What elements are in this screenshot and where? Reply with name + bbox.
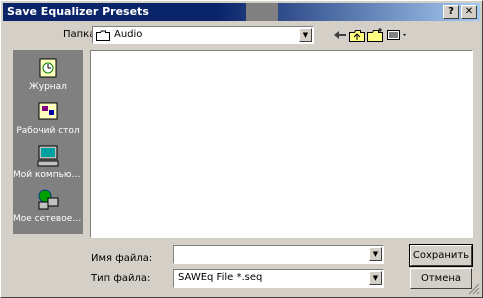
filename-dropdown-icon[interactable]: ▼ xyxy=(369,247,382,261)
history-icon xyxy=(39,58,57,78)
save-dialog: Save Equalizer Presets ? ✕ Папка: Audio … xyxy=(0,0,483,298)
view-menu-icon[interactable] xyxy=(386,27,410,43)
filename-label: Имя файла: xyxy=(91,253,153,264)
places-network-label: Мое сетевое окружение xyxy=(13,214,83,224)
places-network[interactable]: Мое сетевое окружение xyxy=(13,188,83,224)
help-button[interactable]: ? xyxy=(443,5,459,19)
places-my-computer-label: Мой компьютер xyxy=(13,170,83,180)
my-computer-icon xyxy=(37,145,59,167)
desktop-icon xyxy=(38,102,58,120)
places-desktop[interactable]: Рабочий стол xyxy=(13,100,83,136)
chevron-down-icon[interactable]: ▼ xyxy=(299,28,312,42)
new-folder-icon[interactable] xyxy=(366,27,384,43)
filetype-label: Тип файла: xyxy=(91,273,151,284)
filetype-value: SAWEq File *.seq xyxy=(178,272,263,283)
back-icon[interactable] xyxy=(331,27,349,43)
save-button[interactable]: Сохранить xyxy=(409,244,473,267)
network-places-icon xyxy=(38,189,59,210)
filename-input[interactable]: ▼ xyxy=(173,245,384,264)
places-bar: Журнал Рабочий стол Мой компьютер Мое се… xyxy=(13,50,83,234)
places-history-label: Журнал xyxy=(29,82,67,92)
filetype-select[interactable]: SAWEq File *.seq ▼ xyxy=(173,269,384,288)
title-bar[interactable]: Save Equalizer Presets ? ✕ xyxy=(3,3,480,21)
folder-icon xyxy=(96,30,110,41)
cancel-button[interactable]: Отмена xyxy=(410,268,472,289)
location-value: Audio xyxy=(114,29,143,40)
places-desktop-label: Рабочий стол xyxy=(16,126,80,136)
window-title: Save Equalizer Presets xyxy=(7,5,149,18)
filetype-dropdown-icon[interactable]: ▼ xyxy=(369,271,382,285)
places-history[interactable]: Журнал xyxy=(13,56,83,92)
file-list[interactable] xyxy=(90,50,473,238)
resize-grip-icon[interactable] xyxy=(468,283,480,295)
title-bar-shade xyxy=(246,3,278,21)
location-combo[interactable]: Audio ▼ xyxy=(92,26,314,44)
up-folder-icon[interactable] xyxy=(348,27,366,43)
places-my-computer[interactable]: Мой компьютер xyxy=(13,144,83,180)
close-button[interactable]: ✕ xyxy=(461,5,477,19)
